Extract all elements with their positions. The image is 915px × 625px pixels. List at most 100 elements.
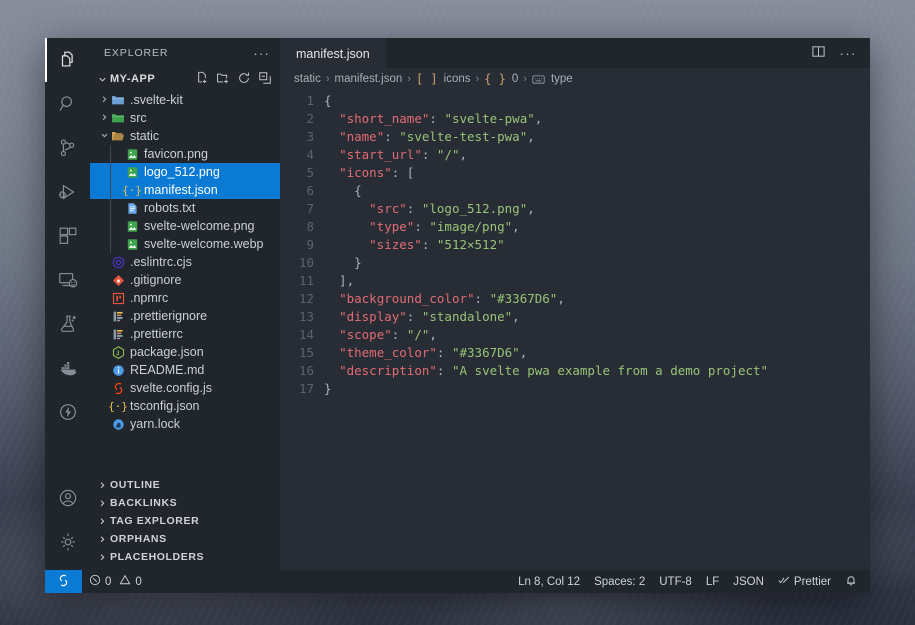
- code-line[interactable]: ],: [324, 272, 870, 290]
- tree-item-svelte-config-js[interactable]: svelte.config.js: [90, 379, 280, 397]
- git-file-icon: [110, 274, 126, 287]
- check-icon: [778, 575, 790, 588]
- indent-guide: [110, 145, 111, 163]
- tree-item-label: static: [130, 129, 160, 143]
- new-folder-icon[interactable]: [216, 71, 230, 88]
- sidebar-section-tag-explorer[interactable]: TAG EXPLORER: [90, 512, 280, 530]
- chevron-right-icon[interactable]: [98, 113, 110, 124]
- code-line[interactable]: "src": "logo_512.png",: [324, 200, 870, 218]
- activity-bar: [45, 38, 90, 570]
- sidebar-more-actions[interactable]: ···: [253, 46, 274, 61]
- sidebar-section-outline[interactable]: OUTLINE: [90, 476, 280, 494]
- code-line[interactable]: "icons": [: [324, 164, 870, 182]
- notifications-bell[interactable]: [838, 570, 864, 593]
- activity-item-thunder-client[interactable]: [45, 390, 90, 434]
- tree-item-label: .prettierignore: [130, 309, 208, 323]
- activity-item-remote-explorer[interactable]: [45, 258, 90, 302]
- sidebar-section-orphans[interactable]: ORPHANS: [90, 530, 280, 548]
- activity-item-run-and-debug[interactable]: [45, 170, 90, 214]
- code-line[interactable]: }: [324, 380, 870, 398]
- tree-item-prettierrc[interactable]: .prettierrc: [90, 325, 280, 343]
- tree-item-gitignore[interactable]: .gitignore: [90, 271, 280, 289]
- encoding-setting[interactable]: UTF-8: [652, 570, 699, 593]
- tree-item-logo-512-png[interactable]: logo_512.png: [90, 163, 280, 181]
- run-debug-icon: [57, 181, 79, 203]
- chevron-down-icon[interactable]: [98, 131, 110, 142]
- refresh-icon[interactable]: [237, 71, 251, 88]
- line-number: 15: [298, 345, 314, 360]
- chevron-right-icon[interactable]: [98, 95, 110, 106]
- code-line[interactable]: "background_color": "#3367D6",: [324, 290, 870, 308]
- remote-explorer-icon: [57, 269, 79, 291]
- code-line[interactable]: }: [324, 254, 870, 272]
- new-file-icon[interactable]: [195, 71, 209, 88]
- indentation-setting[interactable]: Spaces: 2: [587, 570, 652, 593]
- tree-item-prettierignore[interactable]: .prettierignore: [90, 307, 280, 325]
- array-icon: [ ]: [415, 72, 438, 86]
- code-line[interactable]: {: [324, 182, 870, 200]
- code-line[interactable]: "short_name": "svelte-pwa",: [324, 110, 870, 128]
- activity-item-accounts[interactable]: [45, 476, 90, 520]
- tree-item-svelte-kit[interactable]: .svelte-kit: [90, 91, 280, 109]
- tree-item-package-json[interactable]: package.json: [90, 343, 280, 361]
- tree-item-src[interactable]: src: [90, 109, 280, 127]
- formatter-status[interactable]: Prettier: [771, 570, 838, 593]
- file-tree[interactable]: .svelte-kit src static favicon.png logo_512.…: [90, 90, 280, 476]
- code-line[interactable]: "theme_color": "#3367D6",: [324, 344, 870, 362]
- language-mode[interactable]: JSON: [726, 570, 771, 593]
- tree-item-favicon-png[interactable]: favicon.png: [90, 145, 280, 163]
- code-line[interactable]: "name": "svelte-test-pwa",: [324, 128, 870, 146]
- line-number: 9: [306, 237, 314, 252]
- collapse-all-icon[interactable]: [258, 71, 272, 88]
- activity-item-source-control[interactable]: [45, 126, 90, 170]
- breadcrumb[interactable]: static › manifest.json › [ ] icons › { }…: [280, 68, 870, 90]
- code-line[interactable]: "type": "image/png",: [324, 218, 870, 236]
- line-number: 10: [298, 255, 314, 270]
- more-actions-icon[interactable]: ···: [840, 46, 858, 61]
- tree-item-label: .prettierrc: [130, 327, 183, 341]
- activity-item-explorer[interactable]: [45, 38, 90, 82]
- activity-item-settings[interactable]: [45, 520, 90, 564]
- split-editor-icon[interactable]: [811, 44, 826, 62]
- sidebar-section-backlinks[interactable]: BACKLINKS: [90, 494, 280, 512]
- breadcrumb-item-static[interactable]: static: [294, 73, 321, 85]
- tree-item-manifest-json[interactable]: {·} manifest.json: [90, 181, 280, 199]
- problems-indicator[interactable]: 0 0: [82, 570, 149, 593]
- activity-item-extensions[interactable]: [45, 214, 90, 258]
- tree-item-static[interactable]: static: [90, 127, 280, 145]
- tree-item-yarn-lock[interactable]: yarn.lock: [90, 415, 280, 433]
- tree-item-robots-txt[interactable]: robots.txt: [90, 199, 280, 217]
- code-line[interactable]: "description": "A svelte pwa example fro…: [324, 362, 870, 380]
- tree-item-svelte-welcome-webp[interactable]: svelte-welcome.webp: [90, 235, 280, 253]
- code-line[interactable]: "sizes": "512×512": [324, 236, 870, 254]
- tree-item-readme-md[interactable]: README.md: [90, 361, 280, 379]
- tree-item-label: favicon.png: [144, 147, 208, 161]
- activity-item-docker[interactable]: [45, 346, 90, 390]
- code-line[interactable]: "scope": "/",: [324, 326, 870, 344]
- tab-manifest-json[interactable]: manifest.json: [280, 38, 386, 68]
- tree-item-eslintrc-cjs[interactable]: .eslintrc.cjs: [90, 253, 280, 271]
- eol-setting[interactable]: LF: [699, 570, 726, 593]
- activity-item-search[interactable]: [45, 82, 90, 126]
- breadcrumb-item-type[interactable]: type: [551, 73, 573, 85]
- bell-icon: [845, 574, 857, 590]
- project-root-header[interactable]: MY-APP: [90, 68, 280, 90]
- sidebar-title: EXPLORER: [104, 47, 169, 59]
- sidebar-section-placeholders[interactable]: PLACEHOLDERS: [90, 548, 280, 566]
- tree-item-svelte-welcome-png[interactable]: svelte-welcome.png: [90, 217, 280, 235]
- code-line[interactable]: "display": "standalone",: [324, 308, 870, 326]
- remote-indicator[interactable]: [45, 570, 82, 593]
- breadcrumb-item-index[interactable]: 0: [512, 73, 518, 85]
- breadcrumb-item-file[interactable]: manifest.json: [335, 73, 403, 85]
- code-lines[interactable]: { "short_name": "svelte-pwa", "name": "s…: [324, 92, 870, 570]
- tree-item-npmrc[interactable]: .npmrc: [90, 289, 280, 307]
- code-editor[interactable]: 1 2 3 4 5 6 7 8 9 10 11 12 13 14 15 16 17 { "short_name"…: [280, 90, 870, 570]
- breadcrumb-item-icons[interactable]: icons: [444, 73, 471, 85]
- line-number: 8: [306, 219, 314, 234]
- code-line[interactable]: "start_url": "/",: [324, 146, 870, 164]
- editor-area: manifest.json ··· static › manifest.json…: [280, 38, 870, 570]
- cursor-position[interactable]: Ln 8, Col 12: [511, 570, 587, 593]
- tree-item-tsconfig-json[interactable]: {·} tsconfig.json: [90, 397, 280, 415]
- activity-item-testing[interactable]: [45, 302, 90, 346]
- code-line[interactable]: {: [324, 92, 870, 110]
